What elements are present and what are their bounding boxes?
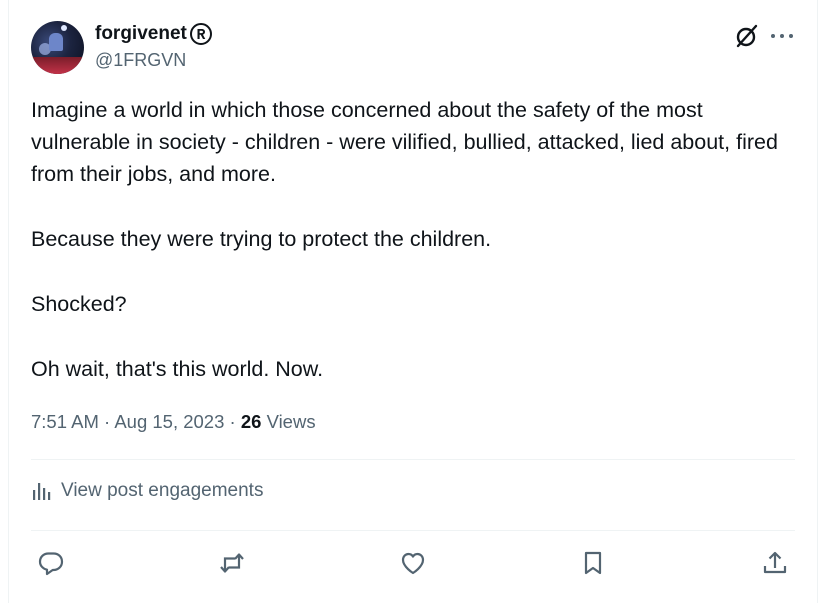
bookmark-button[interactable]	[573, 543, 613, 583]
post-paragraph: Oh wait, that's this world. Now.	[31, 357, 324, 381]
divider	[31, 530, 795, 531]
repost-button[interactable]	[212, 543, 252, 583]
view-engagements-label[interactable]: View post engagements	[61, 480, 263, 502]
more-dots-icon[interactable]	[771, 31, 793, 41]
meta-separator: ·	[224, 411, 241, 432]
views-label: Views	[266, 411, 316, 432]
post-paragraph: Shocked?	[31, 292, 127, 316]
post-date[interactable]: Aug 15, 2023	[114, 411, 224, 432]
author-handle[interactable]: @1FRGVN	[95, 50, 186, 71]
share-upload-icon	[763, 551, 787, 574]
post-paragraph: Because they were trying to protect the …	[31, 227, 492, 251]
reply-button[interactable]	[31, 543, 71, 583]
view-engagements-link[interactable]: View post engagements	[31, 480, 263, 502]
post-card: forgivenet @1FRGVN Imagine a world in wh…	[8, 0, 818, 603]
avatar[interactable]	[31, 21, 84, 74]
post-time[interactable]: 7:51 AM	[31, 411, 99, 432]
author-name-row[interactable]: forgivenet	[95, 22, 213, 46]
post-paragraph: Imagine a world in which those concerned…	[31, 98, 778, 186]
bar-chart-icon	[33, 483, 51, 500]
post-text: Imagine a world in which those concerned…	[31, 94, 801, 385]
grok-slash-circle-icon[interactable]	[734, 23, 760, 49]
repost-arrows-icon	[220, 553, 244, 573]
registered-mark-icon	[189, 23, 212, 45]
action-bar	[9, 543, 819, 583]
divider	[31, 459, 795, 460]
like-button[interactable]	[393, 543, 433, 583]
author-display-name[interactable]: forgivenet	[95, 23, 187, 45]
post-meta: 7:51 AM · Aug 15, 2023 · 26 Views	[31, 411, 316, 433]
bookmark-icon	[584, 551, 602, 575]
heart-icon	[401, 552, 425, 575]
share-button[interactable]	[755, 543, 795, 583]
reply-bubble-icon	[38, 552, 64, 576]
views-count: 26	[240, 411, 262, 432]
meta-separator: ·	[98, 411, 115, 432]
